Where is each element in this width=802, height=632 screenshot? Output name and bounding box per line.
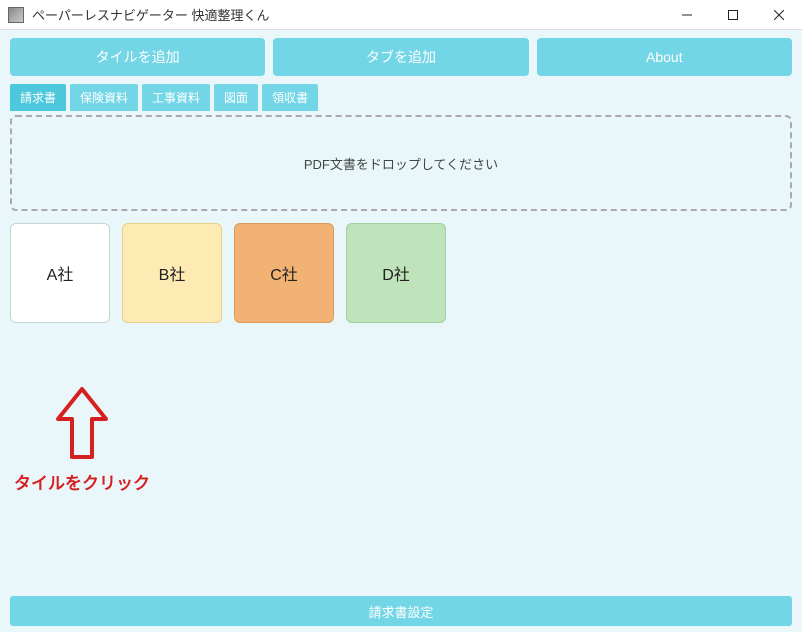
tab-panel: PDF文書をドロップしてください A社 B社 C社 D社 — [10, 115, 792, 323]
tile-label: D社 — [382, 261, 410, 285]
client-area: タイルを追加 タブを追加 About 請求書 保険資料 工事資料 図面 領収書 … — [0, 30, 802, 632]
tab-bar: 請求書 保険資料 工事資料 図面 領収書 — [0, 84, 802, 111]
dropzone-hint: PDF文書をドロップしてください — [304, 154, 498, 173]
tile-company-d[interactable]: D社 — [346, 223, 446, 323]
window-minimize-button[interactable] — [664, 0, 710, 30]
annotation: タイルをクリック — [14, 385, 150, 494]
window-close-button[interactable] — [756, 0, 802, 30]
tile-label: C社 — [270, 261, 298, 285]
tile-company-a[interactable]: A社 — [10, 223, 110, 323]
window-titlebar: ペーパーレスナビゲーター 快適整理くん — [0, 0, 802, 30]
tile-company-b[interactable]: B社 — [122, 223, 222, 323]
tab-invoices[interactable]: 請求書 — [10, 84, 66, 111]
tile-label: A社 — [47, 261, 74, 285]
annotation-text: タイルをクリック — [14, 469, 150, 494]
add-tile-button[interactable]: タイルを追加 — [10, 38, 265, 76]
settings-button-label: 請求書設定 — [368, 602, 433, 621]
tile-label: B社 — [159, 261, 186, 285]
settings-button[interactable]: 請求書設定 — [10, 596, 792, 626]
tile-company-c[interactable]: C社 — [234, 223, 334, 323]
tab-receipts[interactable]: 領収書 — [262, 84, 318, 111]
tab-construction[interactable]: 工事資料 — [142, 84, 210, 111]
window-maximize-button[interactable] — [710, 0, 756, 30]
arrow-up-icon — [52, 385, 112, 465]
add-tab-button[interactable]: タブを追加 — [273, 38, 528, 76]
about-button[interactable]: About — [537, 38, 792, 76]
tab-insurance[interactable]: 保険資料 — [70, 84, 138, 111]
top-button-row: タイルを追加 タブを追加 About — [0, 30, 802, 84]
pdf-drop-zone[interactable]: PDF文書をドロップしてください — [10, 115, 792, 211]
app-icon — [8, 7, 24, 23]
tab-drawings[interactable]: 図面 — [214, 84, 258, 111]
tile-grid: A社 B社 C社 D社 — [10, 223, 792, 323]
window-title: ペーパーレスナビゲーター 快適整理くん — [32, 5, 269, 24]
